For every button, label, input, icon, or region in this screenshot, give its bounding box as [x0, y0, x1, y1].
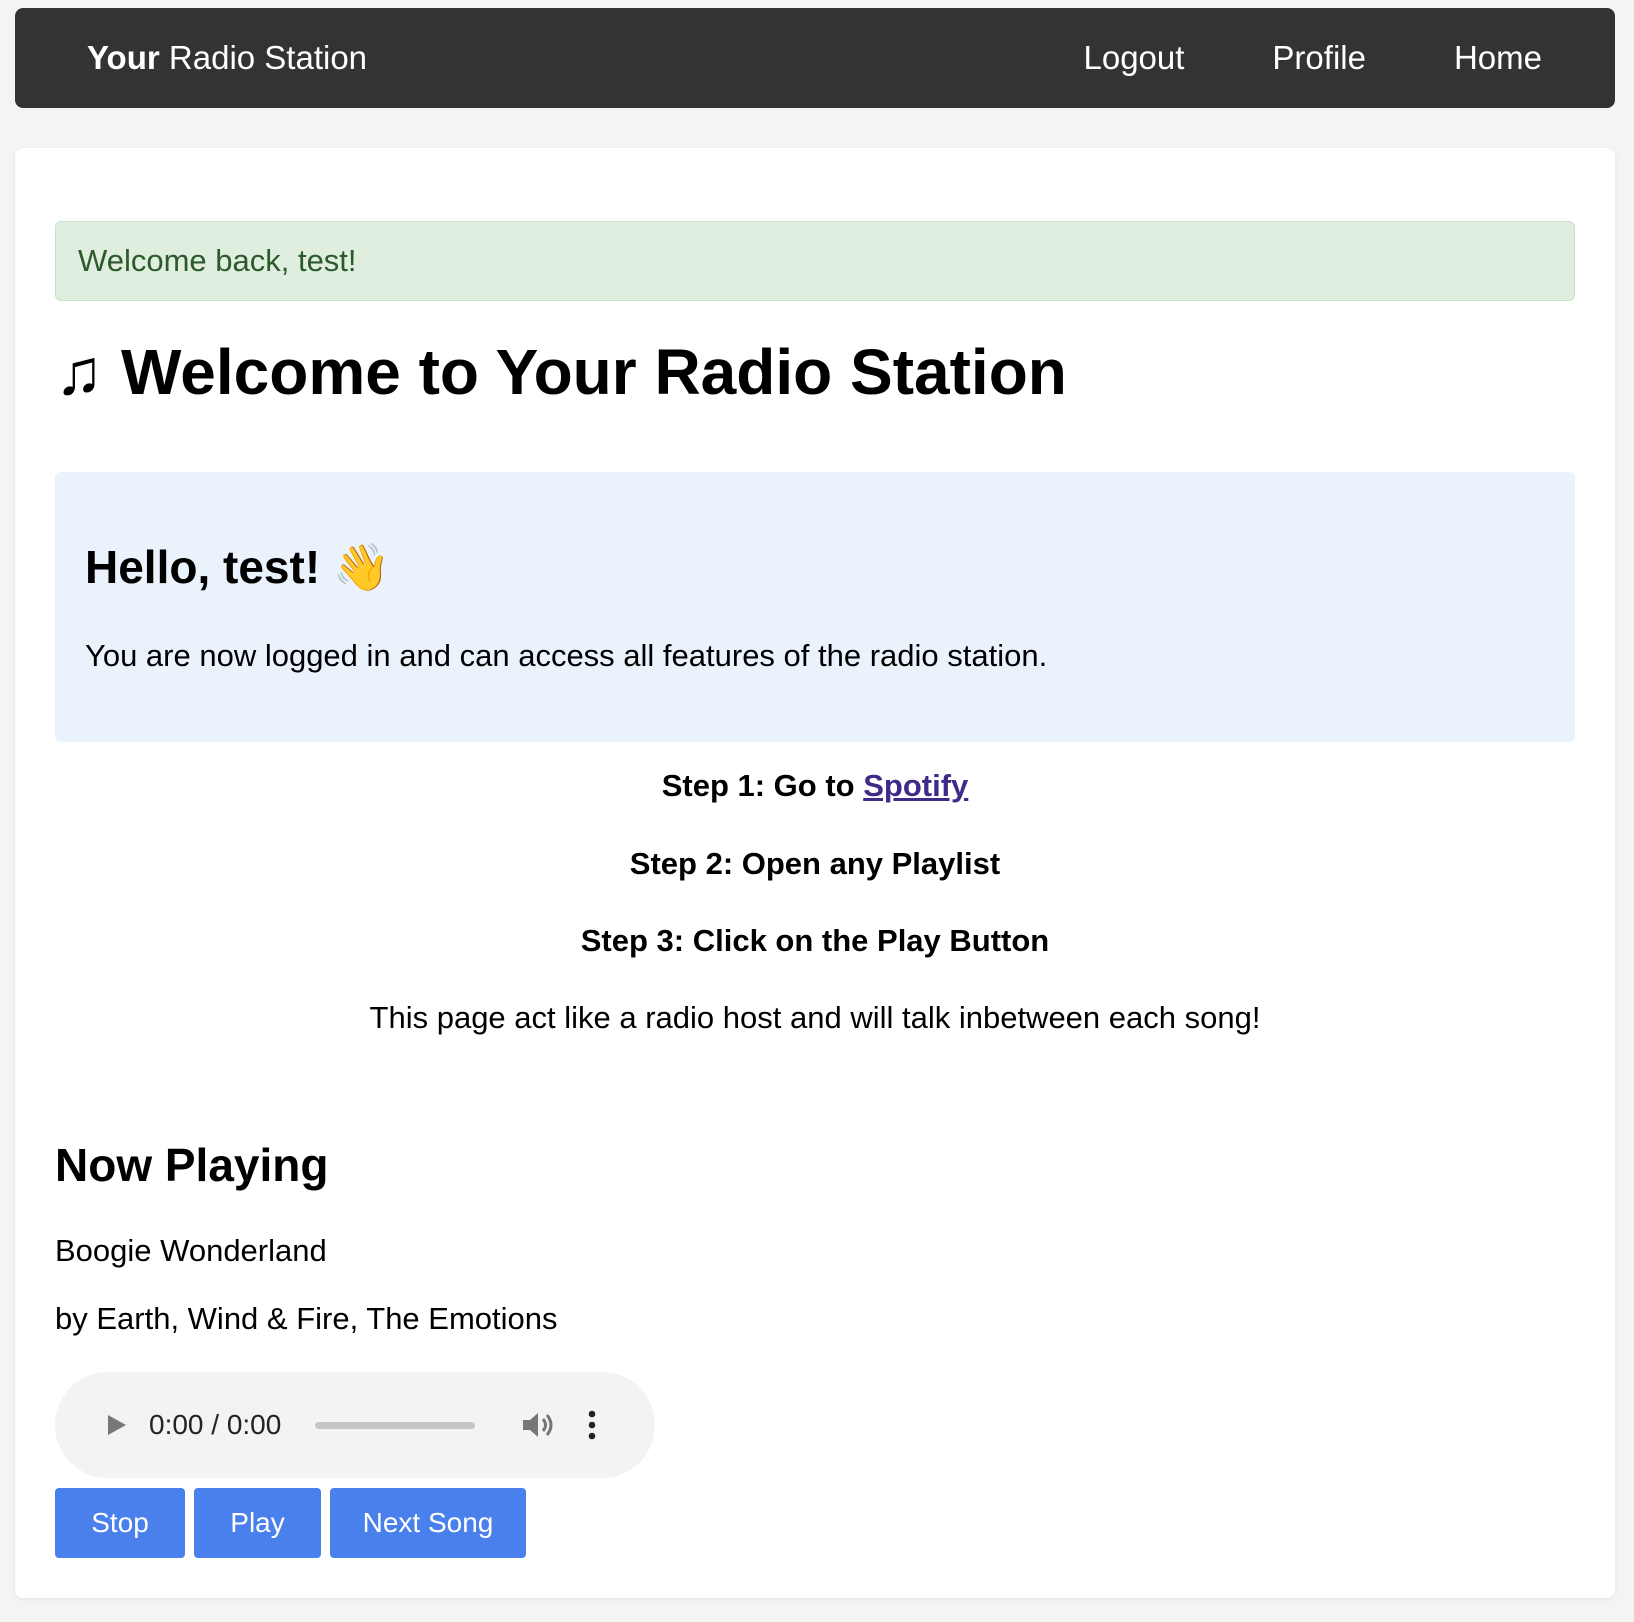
- volume-icon[interactable]: [519, 1407, 557, 1443]
- top-navbar: Your Radio Station Logout Profile Home: [15, 8, 1615, 108]
- step-1-text: Step 1: Go to: [661, 768, 864, 803]
- play-icon[interactable]: [95, 1404, 137, 1446]
- song-title: Boogie Wonderland: [55, 1233, 327, 1268]
- step-3: Step 3: Click on the Play Button: [580, 923, 1050, 958]
- spotify-link[interactable]: Spotify: [863, 768, 968, 803]
- player-time: 0:00 / 0:00: [149, 1409, 282, 1440]
- music-note-icon: ♫: [55, 336, 103, 408]
- main-card: Welcome back, test! ♫ Welcome to Your Rad…: [15, 148, 1615, 1598]
- nav-link-profile[interactable]: Profile: [1272, 39, 1366, 77]
- brand-rest-text: Radio Station: [159, 39, 368, 76]
- page-title-text: Welcome to Your Radio Station: [121, 336, 1067, 408]
- welcome-alert: Welcome back, test!: [55, 221, 1575, 301]
- play-button[interactable]: Play: [194, 1488, 321, 1558]
- stop-button[interactable]: Stop: [55, 1488, 185, 1558]
- nav-link-logout[interactable]: Logout: [1083, 39, 1184, 77]
- song-artist: by Earth, Wind & Fire, The Emotions: [55, 1301, 558, 1336]
- audio-player: 0:00 / 0:00: [55, 1372, 655, 1478]
- hello-title-text: Hello, test!: [85, 541, 321, 593]
- brand-bold-text: Your: [87, 39, 160, 76]
- player-progress-bar[interactable]: [315, 1422, 475, 1429]
- nav-links: Logout Profile Home: [1083, 8, 1542, 108]
- hello-message: You are now logged in and can access all…: [85, 638, 1048, 673]
- next-song-button[interactable]: Next Song: [330, 1488, 526, 1558]
- step-2: Step 2: Open any Playlist: [629, 846, 1001, 881]
- nav-link-home[interactable]: Home: [1454, 39, 1542, 77]
- more-vertical-icon[interactable]: [585, 1407, 599, 1443]
- hello-title: Hello, test! 👋: [85, 540, 390, 595]
- brand-logo[interactable]: Your Radio Station: [87, 8, 367, 108]
- now-playing-heading: Now Playing: [55, 1139, 329, 1191]
- radio-host-note: This page act like a radio host and will…: [369, 1000, 1261, 1035]
- page-title: ♫ Welcome to Your Radio Station: [55, 334, 1067, 411]
- waving-hand-icon: 👋: [332, 541, 391, 593]
- hello-panel: Hello, test! 👋 You are now logged in and…: [55, 472, 1575, 742]
- step-1: Step 1: Go to Spotify: [15, 768, 1615, 804]
